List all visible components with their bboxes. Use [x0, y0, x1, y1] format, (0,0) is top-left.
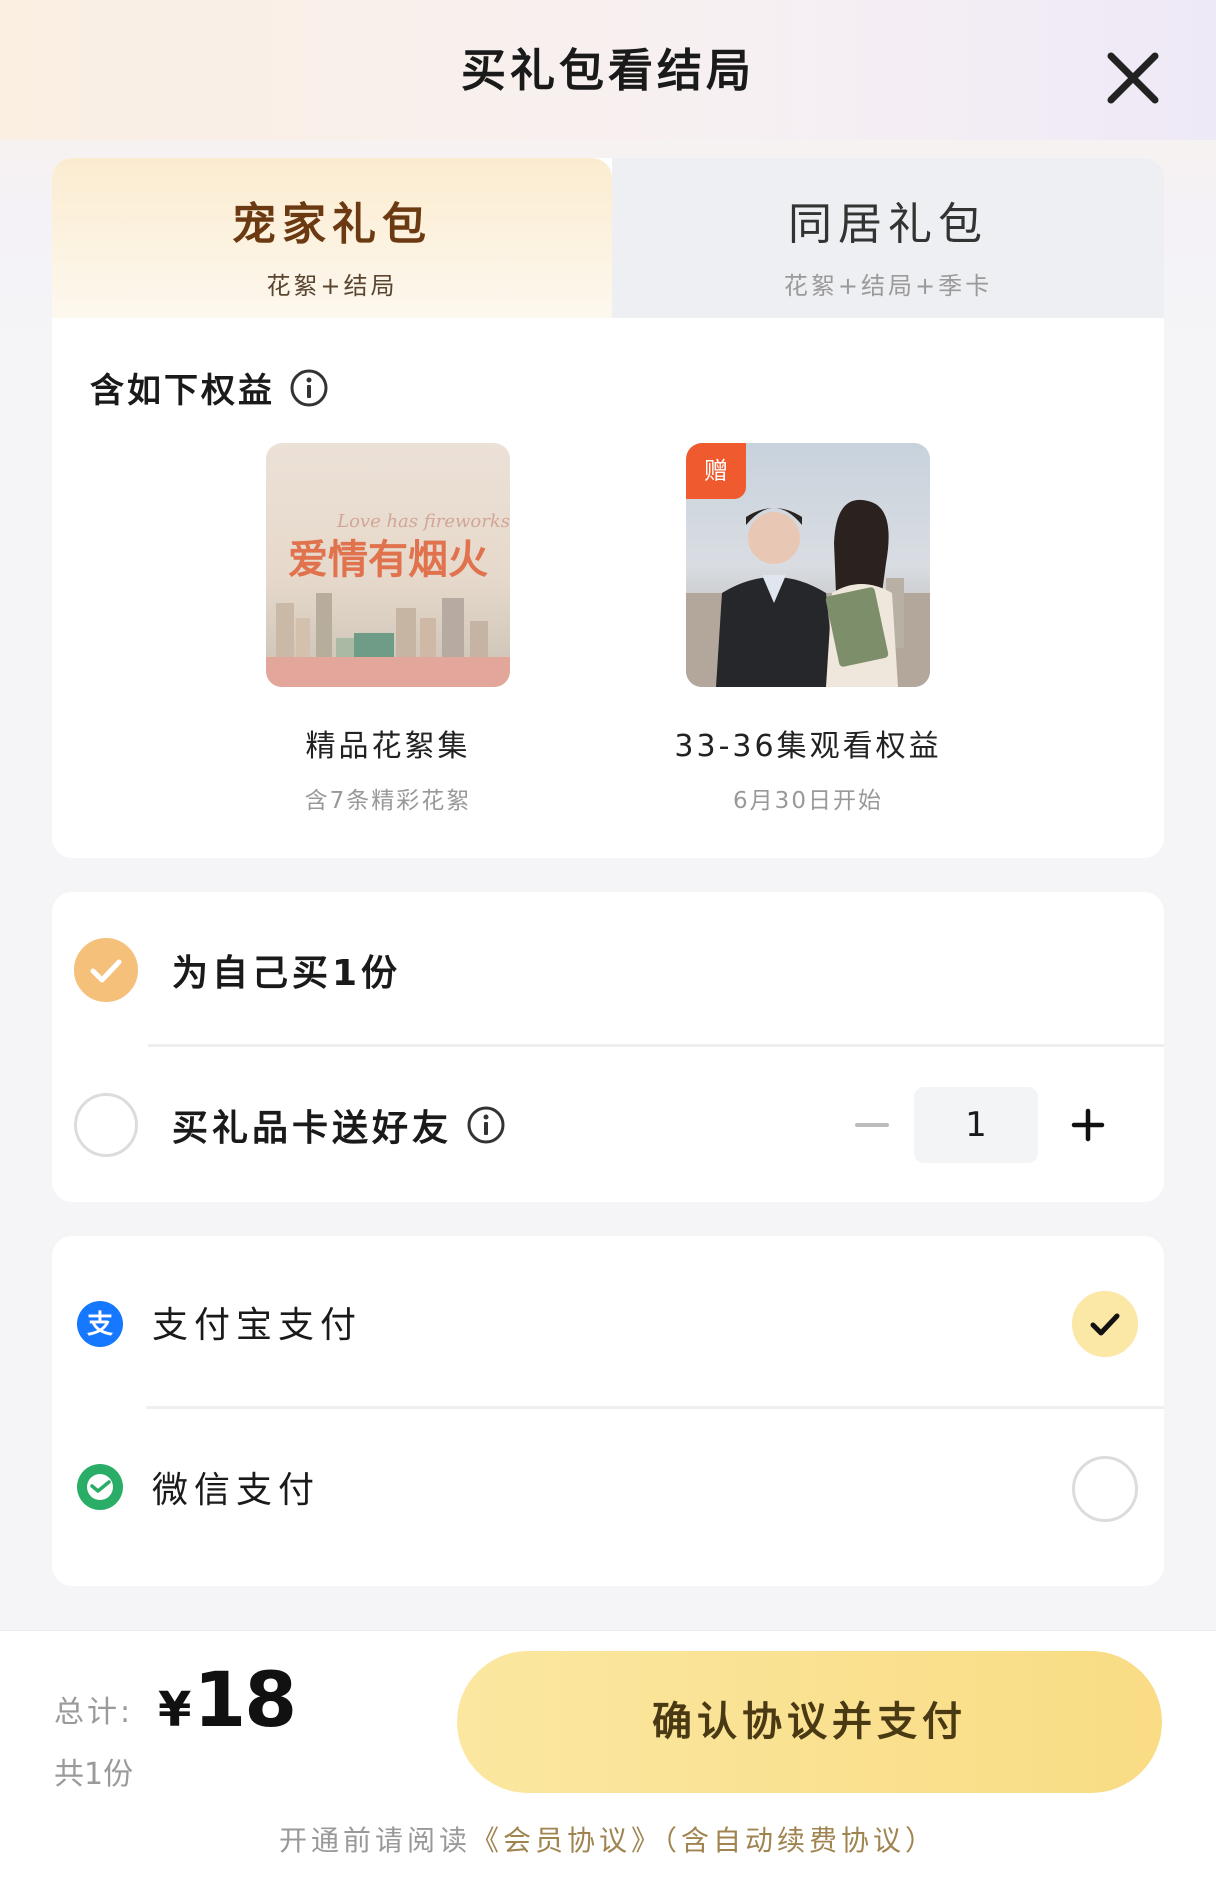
payment-option-alipay[interactable]: 支 支付宝支付 — [52, 1236, 1164, 1411]
benefit-description: 含7条精彩花絮 — [304, 788, 472, 814]
total-label: 总计: — [54, 1695, 134, 1730]
alipay-label: 支付宝支付 — [152, 1305, 363, 1346]
purchase-options-card: 为自己买1份 买礼品卡送好友 1 — [52, 892, 1164, 1202]
quantity-increase-button[interactable] — [1066, 1103, 1110, 1147]
quantity-summary: 共1份 — [54, 1757, 134, 1792]
close-icon[interactable] — [1105, 50, 1161, 106]
payment-divider — [146, 1406, 1164, 1409]
wechat-pay-icon — [76, 1463, 124, 1511]
quantity-decrease-button[interactable] — [847, 1100, 897, 1150]
benefits-heading-text: 含如下权益 — [90, 371, 275, 411]
confirm-pay-button[interactable]: 确认协议并支付 — [457, 1651, 1162, 1793]
tab-chongjia-package[interactable]: 宠家礼包 花絮+结局 — [52, 158, 612, 318]
price-amount: 18 — [193, 1655, 297, 1744]
agreement-prefix: 开通前请阅读 — [278, 1824, 471, 1857]
poster-subtitle: Love has fireworks — [336, 511, 510, 532]
alipay-icon: 支 — [76, 1300, 124, 1348]
wechat-pay-label: 微信支付 — [152, 1470, 321, 1511]
gift-card-label: 买礼品卡送好友 — [172, 1107, 453, 1149]
tab-title: 宠家礼包 — [232, 199, 432, 250]
poster-title: 爱情有烟火 — [288, 536, 488, 583]
wechat-pay-radio[interactable] — [1072, 1456, 1138, 1522]
tab-tongju-package[interactable]: 同居礼包 花絮+结局+季卡 — [612, 158, 1164, 318]
page-title: 买礼包看结局 — [460, 44, 755, 97]
benefit-description: 6月30日开始 — [733, 788, 883, 814]
payment-method-card: 支 支付宝支付 微信支付 — [52, 1236, 1164, 1586]
currency-symbol: ¥ — [158, 1682, 191, 1738]
buy-self-checkbox[interactable] — [74, 937, 138, 1002]
auto-renew-agreement-link[interactable]: （含自动续费协议） — [663, 1824, 937, 1857]
tab-title: 同居礼包 — [788, 199, 988, 250]
info-icon[interactable] — [466, 1105, 506, 1145]
benefit-item-extras[interactable]: Love has fireworks 爱情有烟火 精品花絮集 含7条精彩花絮 — [228, 443, 548, 815]
package-card: 宠家礼包 花絮+结局 同居礼包 花絮+结局+季卡 含如下权益 Love has … — [52, 158, 1164, 858]
quantity-input[interactable]: 1 — [914, 1086, 1038, 1163]
gift-card-label-wrap: 买礼品卡送好友 — [172, 1099, 506, 1151]
payment-option-wechat[interactable]: 微信支付 — [52, 1411, 1164, 1586]
checkout-footer: 总计: ¥18 共1份 确认协议并支付 开通前请阅读《会员协议》（含自动续费协议… — [0, 1630, 1216, 1897]
buy-for-self-option[interactable]: 为自己买1份 — [52, 892, 1164, 1047]
tab-subtitle: 花絮+结局 — [266, 272, 398, 300]
alipay-radio-selected[interactable] — [1072, 1291, 1138, 1357]
benefit-name: 33-36集观看权益 — [674, 729, 942, 764]
buy-self-label: 为自己买1份 — [172, 952, 402, 994]
gift-card-checkbox[interactable] — [74, 1092, 138, 1157]
gift-badge: 赠 — [686, 443, 746, 499]
drama-poster-thumbnail: Love has fireworks 爱情有烟火 — [266, 443, 510, 687]
benefit-name: 精品花絮集 — [305, 729, 471, 764]
tab-subtitle: 花絮+结局+季卡 — [783, 272, 993, 300]
svg-text:支: 支 — [87, 1310, 113, 1340]
agreement-notice: 开通前请阅读《会员协议》（含自动续费协议） — [0, 1819, 1216, 1859]
drama-cast-thumbnail: 赠 — [686, 443, 930, 687]
benefits-heading: 含如下权益 — [90, 363, 329, 412]
benefit-item-episodes[interactable]: 赠 33-36集观看权益 6月30日开始 — [648, 443, 968, 815]
total-price: ¥18 — [158, 1655, 297, 1744]
member-agreement-link[interactable]: 《会员协议》 — [471, 1824, 663, 1857]
info-icon[interactable] — [289, 368, 329, 408]
gift-card-option[interactable]: 买礼品卡送好友 1 — [52, 1047, 1164, 1202]
